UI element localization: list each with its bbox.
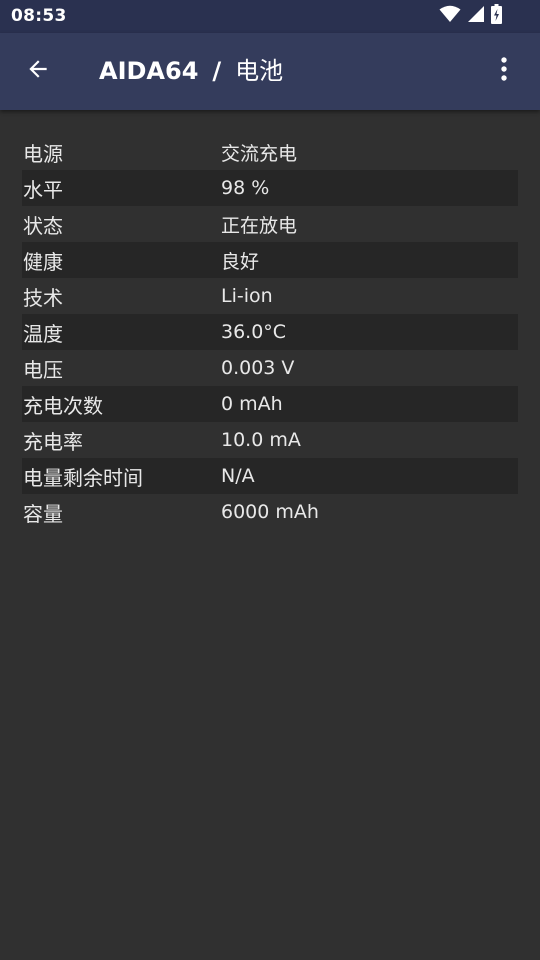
app-name: AIDA64 [99, 57, 199, 85]
status-icons [439, 4, 502, 28]
battery-info-list: 电源 交流充电 水平 98 % 状态 正在放电 健康 良好 技术 Li-ion … [22, 134, 518, 530]
info-value: 10.0 mA [221, 429, 301, 451]
signal-icon [467, 5, 485, 27]
arrow-left-icon [25, 56, 51, 86]
info-value: 正在放电 [221, 214, 298, 237]
info-row-health: 健康 良好 [22, 242, 518, 278]
info-label: 技术 [23, 285, 63, 310]
info-value: N/A [221, 465, 255, 487]
back-button[interactable] [14, 47, 62, 95]
info-label: 电量剩余时间 [23, 465, 143, 490]
info-label: 充电次数 [23, 393, 103, 418]
app-bar: AIDA64 / 电池 [0, 33, 540, 110]
info-label: 电源 [23, 141, 63, 166]
info-row-temperature: 温度 36.0°C [22, 314, 518, 350]
title-separator: / [212, 57, 222, 85]
info-label: 健康 [23, 249, 63, 274]
info-row-status: 状态 正在放电 [22, 206, 518, 242]
info-value: 98 % [221, 177, 270, 199]
info-label: 充电率 [23, 429, 83, 454]
info-row-charge-count: 充电次数 0 mAh [22, 386, 518, 422]
page-title: AIDA64 / 电池 [99, 55, 283, 87]
info-row-technology: 技术 Li-ion [22, 278, 518, 314]
info-value: 0 mAh [221, 393, 283, 415]
battery-charging-icon [491, 4, 502, 28]
info-row-charge-rate: 充电率 10.0 mA [22, 422, 518, 458]
info-row-time-remaining: 电量剩余时间 N/A [22, 458, 518, 494]
info-value: 6000 mAh [221, 501, 319, 523]
info-row-voltage: 电压 0.003 V [22, 350, 518, 386]
info-label: 温度 [23, 321, 63, 346]
status-bar: 08:53 [0, 0, 540, 33]
info-label: 水平 [23, 177, 63, 202]
wifi-icon [439, 5, 461, 27]
info-row-power-source: 电源 交流充电 [22, 134, 518, 170]
info-label: 状态 [23, 213, 63, 238]
page-name: 电池 [235, 57, 284, 85]
status-time: 08:53 [11, 6, 67, 26]
info-value: 36.0°C [221, 321, 287, 343]
overflow-menu-button[interactable] [480, 47, 528, 95]
info-label: 电压 [23, 357, 63, 382]
info-label: 容量 [23, 501, 63, 526]
info-row-capacity: 容量 6000 mAh [22, 494, 518, 530]
info-value: Li-ion [221, 285, 273, 307]
info-value: 良好 [221, 250, 260, 273]
info-value: 0.003 V [221, 357, 295, 379]
info-row-level: 水平 98 % [22, 170, 518, 206]
info-value: 交流充电 [221, 142, 298, 165]
more-vert-icon [500, 56, 508, 86]
